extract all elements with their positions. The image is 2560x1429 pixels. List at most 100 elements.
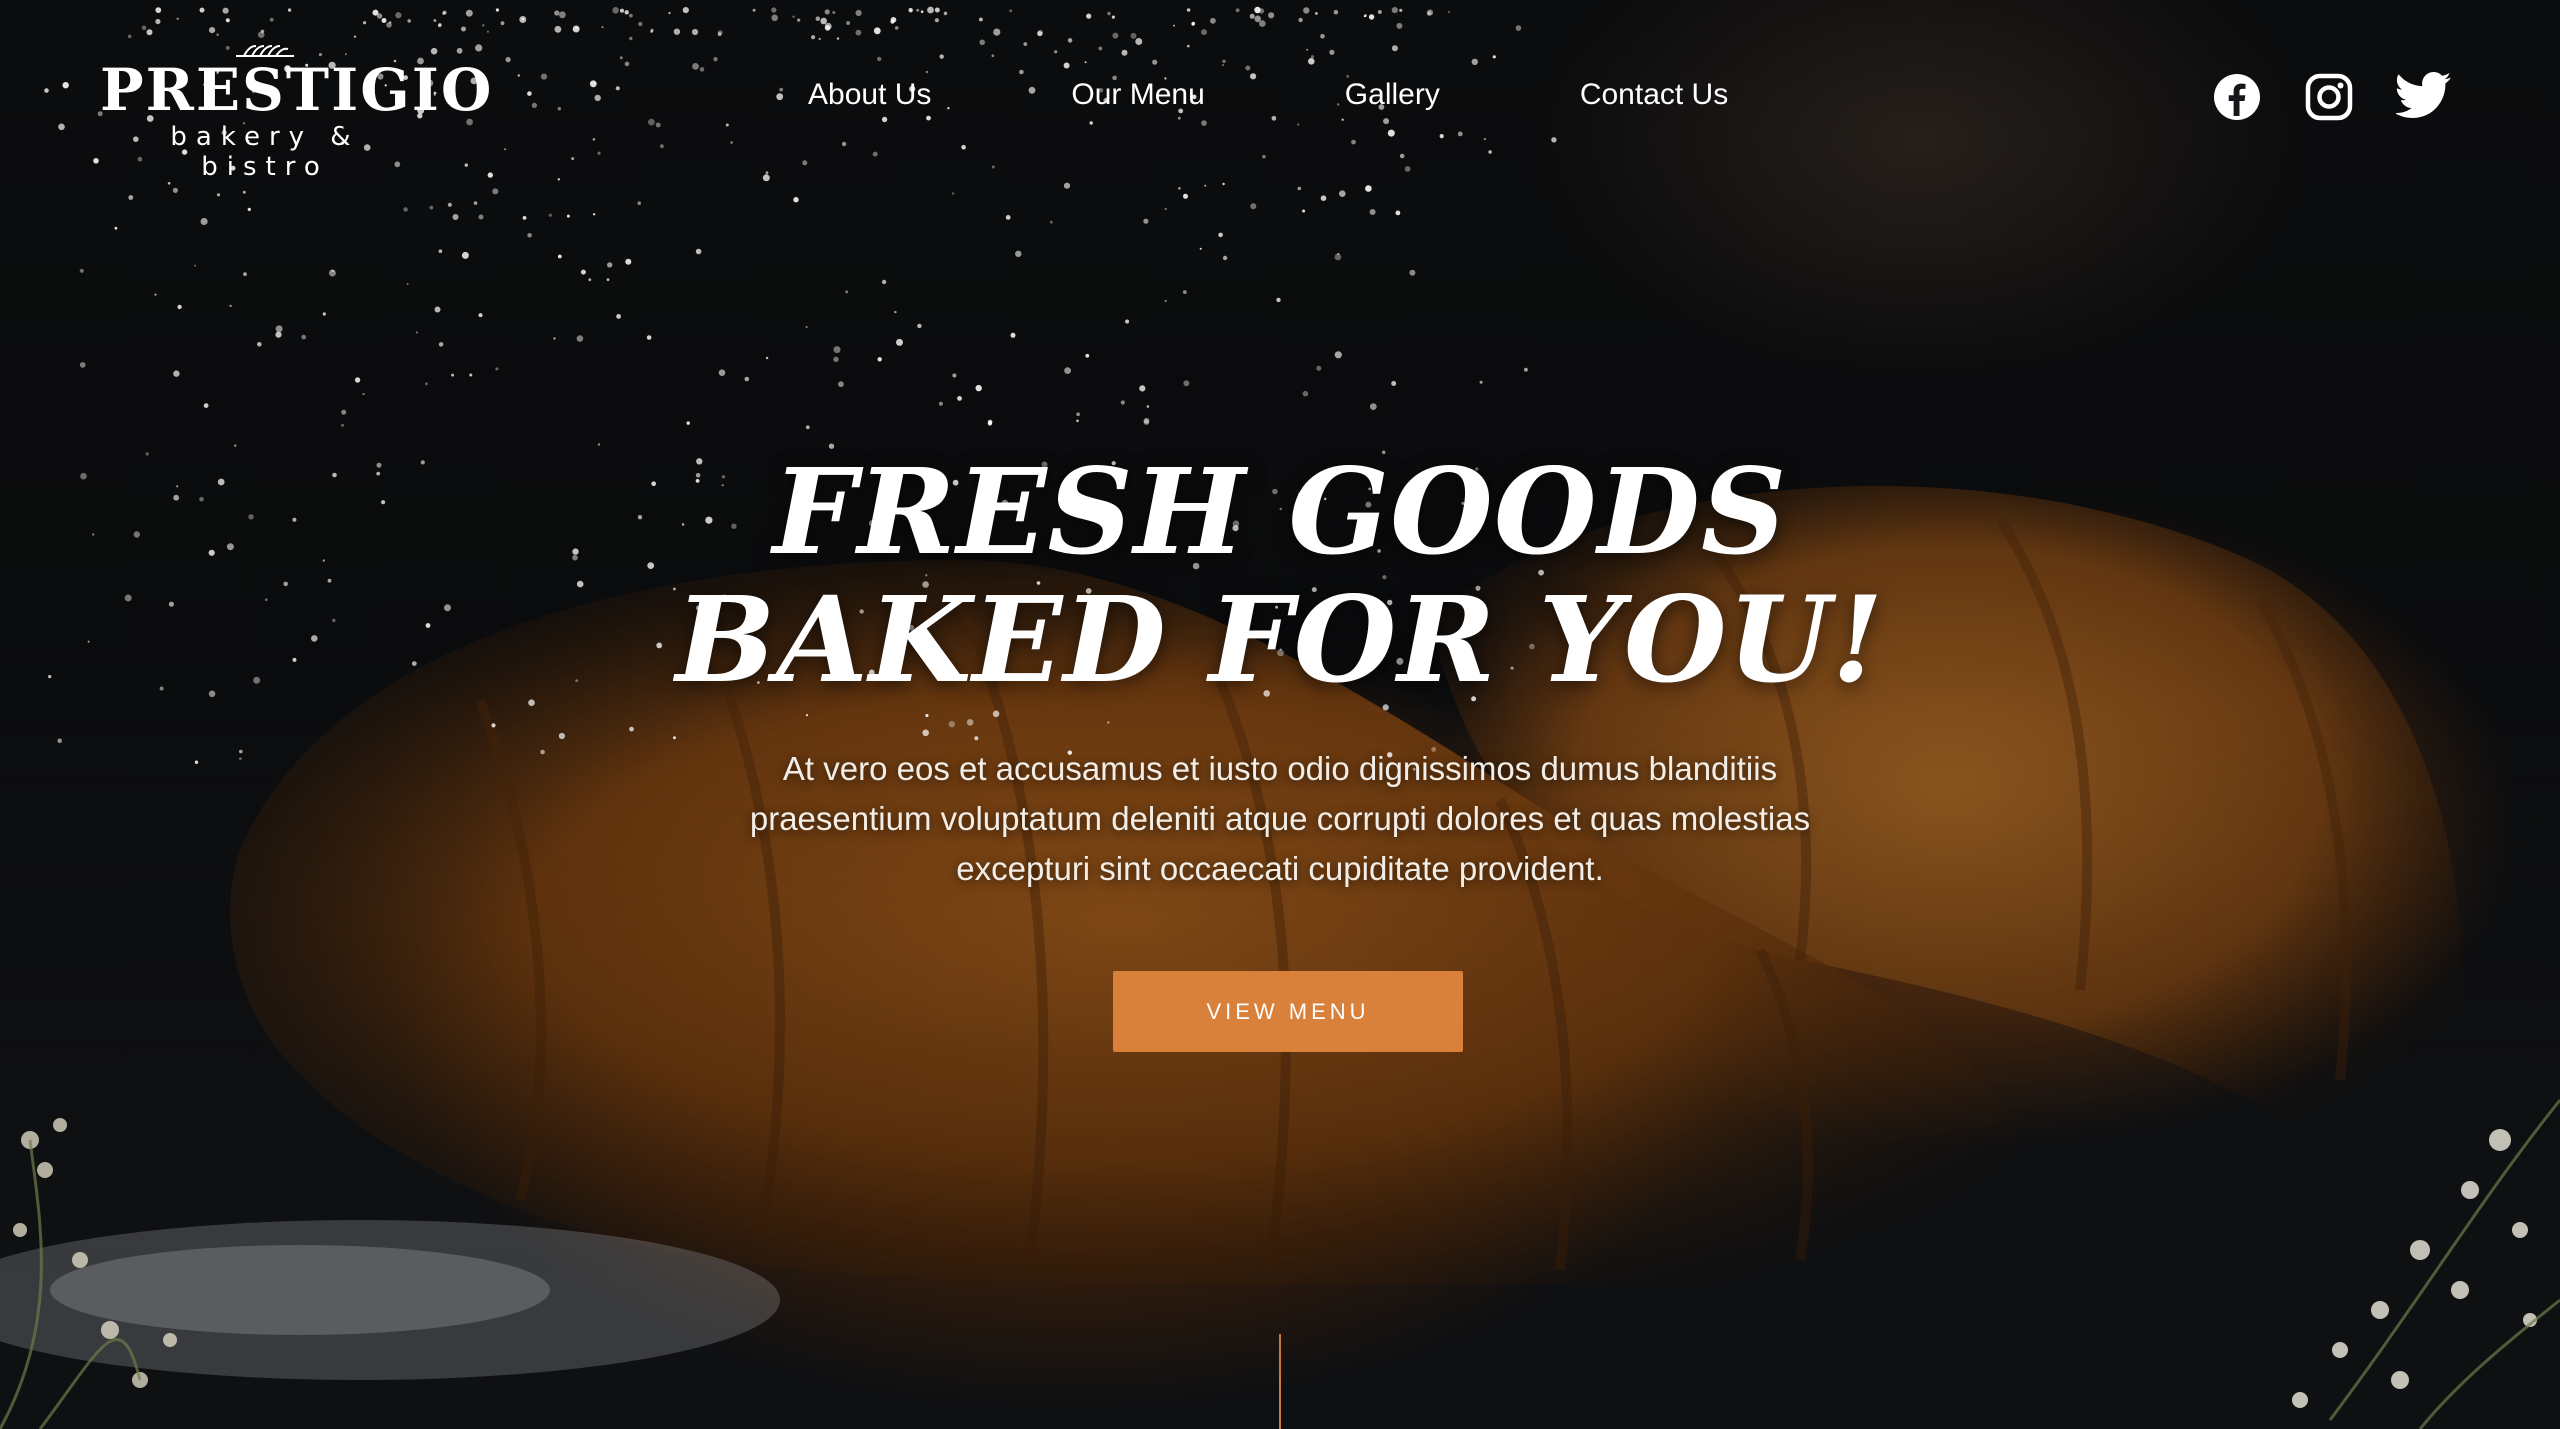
- flour-particle: [1524, 367, 1528, 372]
- flour-particle: [597, 151, 601, 155]
- flour-particle: [362, 392, 365, 396]
- brand-tagline: bakery & bistro: [170, 122, 360, 182]
- flour-particle: [1315, 12, 1318, 15]
- flour-particle: [646, 335, 652, 340]
- flour-particle: [1125, 319, 1130, 324]
- flour-particle: [793, 197, 799, 203]
- flour-particle: [234, 444, 237, 447]
- flour-particle: [216, 193, 221, 197]
- flour-particle: [615, 86, 620, 91]
- flour-particle: [612, 7, 619, 14]
- flour-particle: [776, 93, 784, 101]
- flour-particle: [1492, 55, 1496, 59]
- flour-particle: [592, 138, 596, 141]
- flour-particle: [141, 25, 147, 31]
- flour-particle: [1245, 65, 1251, 71]
- flour-particle: [943, 11, 948, 16]
- flour-particle: [1135, 38, 1143, 45]
- nav-link-contact-us[interactable]: Contact Us: [1580, 78, 1728, 112]
- flour-particle: [452, 214, 459, 220]
- flour-particle: [881, 279, 887, 285]
- flour-particle: [576, 335, 584, 342]
- flour-particle: [1191, 21, 1196, 26]
- flour-particle: [1399, 153, 1405, 159]
- flour-particle: [407, 19, 412, 23]
- flour-particle: [811, 35, 816, 40]
- flour-particle: [1276, 297, 1281, 303]
- flour-particle: [1054, 50, 1058, 54]
- flour-particle: [987, 421, 993, 426]
- flour-particle: [648, 118, 655, 126]
- flour-particle: [779, 87, 784, 92]
- flour-particle: [1143, 218, 1149, 224]
- flour-particle: [353, 35, 357, 38]
- flour-particle: [926, 115, 931, 121]
- flour-particle: [752, 8, 756, 12]
- flour-particle: [952, 192, 955, 195]
- flour-particle: [1164, 299, 1167, 303]
- flour-particle: [495, 8, 499, 12]
- view-menu-button[interactable]: VIEW MENU: [1113, 971, 1463, 1052]
- instagram-icon[interactable]: [2304, 72, 2354, 122]
- flour-particle: [1222, 182, 1225, 186]
- hero-background-image: [0, 0, 2560, 1429]
- flour-particle: [833, 346, 841, 354]
- flour-particle: [629, 726, 634, 732]
- flour-particle: [991, 54, 995, 57]
- flour-particle: [979, 39, 985, 46]
- flour-particle: [1515, 25, 1522, 31]
- nav-link-about-us[interactable]: About Us: [808, 78, 931, 112]
- flour-particle: [447, 202, 452, 207]
- flour-particle: [938, 401, 943, 406]
- flour-particle: [920, 10, 924, 13]
- flour-particle: [1121, 49, 1128, 56]
- social-links: [2212, 72, 2452, 122]
- flour-particle: [1368, 14, 1375, 20]
- flour-particle: [625, 258, 632, 265]
- flour-particle: [1076, 419, 1079, 423]
- flour-particle: [1488, 150, 1492, 154]
- flour-particle: [597, 443, 601, 446]
- flour-particle: [1178, 187, 1181, 190]
- flour-particle: [797, 18, 801, 22]
- main-navigation: About Us Our Menu Gallery Contact Us: [808, 78, 1728, 112]
- flour-particle: [429, 205, 434, 210]
- flour-particle: [838, 381, 844, 388]
- flour-particle: [695, 248, 702, 255]
- twitter-icon[interactable]: [2394, 72, 2452, 122]
- flour-particle: [1404, 166, 1411, 172]
- flour-particle: [1009, 9, 1013, 13]
- flour-particle: [1063, 182, 1071, 189]
- flour-particle: [461, 26, 466, 32]
- flour-particle: [461, 251, 469, 259]
- flour-particle: [79, 268, 84, 273]
- flour-particle: [243, 272, 247, 276]
- flour-particle: [146, 29, 153, 36]
- flour-particle: [966, 719, 974, 726]
- flour-particle: [673, 28, 681, 35]
- flour-particle: [239, 757, 242, 760]
- flour-particle: [287, 8, 292, 12]
- flour-particle: [557, 107, 561, 111]
- flour-particle: [1333, 9, 1339, 15]
- facebook-icon[interactable]: [2212, 72, 2262, 122]
- flour-particle: [1310, 55, 1315, 59]
- flour-particle: [673, 736, 676, 740]
- flour-particle: [925, 70, 929, 74]
- flour-particle: [473, 201, 478, 205]
- flour-particle: [629, 36, 633, 41]
- flour-particle: [896, 338, 903, 346]
- brand-logo[interactable]: PRESTIGIO bakery & bistro: [100, 40, 491, 182]
- flour-particle: [855, 29, 862, 36]
- flour-particle: [1183, 380, 1190, 387]
- flour-particle: [1365, 185, 1372, 192]
- flour-particle: [855, 9, 862, 17]
- nav-link-gallery[interactable]: Gallery: [1345, 78, 1440, 112]
- nav-link-our-menu[interactable]: Our Menu: [1071, 78, 1204, 112]
- flour-particle: [594, 94, 601, 102]
- flour-particle: [934, 7, 940, 13]
- flour-particle: [176, 17, 179, 20]
- flour-particle: [1339, 190, 1346, 197]
- flour-particle: [592, 213, 596, 216]
- flour-particle: [1218, 232, 1223, 238]
